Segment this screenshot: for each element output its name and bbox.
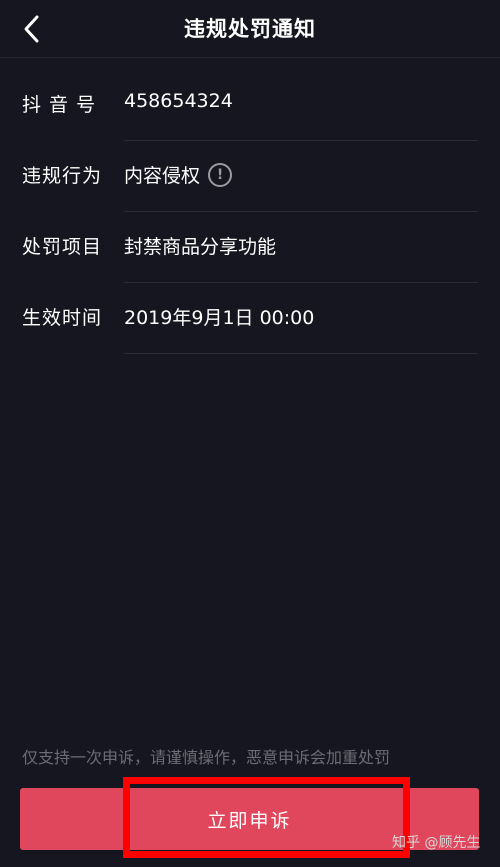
detail-label: 生效时间	[22, 307, 103, 329]
appeal-notice-text: 仅支持一次申诉，请谨慎操作，恶意申诉会加重处罚	[22, 748, 391, 767]
detail-label: 处罚项目	[22, 236, 103, 258]
detail-value: 2019年9月1日 00:00	[124, 307, 315, 329]
detail-value: 内容侵权	[124, 165, 201, 187]
detail-value: 封禁商品分享功能	[124, 236, 277, 258]
detail-row-account: 抖 音 号 458654324	[0, 70, 500, 141]
detail-row-penalty: 处罚项目 封禁商品分享功能	[0, 212, 500, 283]
page-title: 违规处罚通知	[184, 17, 316, 41]
watermark: 知乎 @顾先生	[392, 835, 481, 851]
navigation-bar: 违规处罚通知	[0, 0, 500, 58]
appeal-button-label: 立即申诉	[207, 809, 292, 832]
divider	[124, 353, 478, 354]
detail-row-violation: 违规行为 内容侵权 !	[0, 141, 500, 212]
detail-row-effective-time: 生效时间 2019年9月1日 00:00	[0, 283, 500, 354]
detail-label: 违规行为	[22, 165, 103, 187]
details-list: 抖 音 号 458654324 违规行为 内容侵权 ! 处罚项目 封禁商品分享功…	[0, 70, 500, 354]
detail-label: 抖 音 号	[22, 94, 97, 116]
penalty-notice-screen: 违规处罚通知 抖 音 号 458654324 违规行为 内容侵权 ! 处罚项目 …	[0, 0, 500, 867]
detail-value: 458654324	[124, 90, 233, 112]
info-icon[interactable]: !	[208, 162, 233, 187]
